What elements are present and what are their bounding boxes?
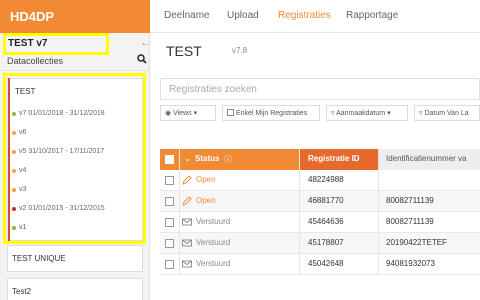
row-registratie-id: 45042648 <box>308 259 344 268</box>
nav-registraties[interactable]: Registraties <box>278 10 331 21</box>
row-status: Verstuurd <box>196 238 231 247</box>
created-date-filter[interactable]: ▿ Aanmaakdatum ▾ <box>326 105 408 121</box>
group-name-test2[interactable]: Test2 <box>12 287 31 296</box>
nav-deelname[interactable]: Deelname <box>164 10 210 21</box>
datacollecties-label: Datacollecties <box>7 56 64 66</box>
page-title: TEST <box>166 43 202 59</box>
pencil-icon <box>182 175 192 185</box>
row-checkbox[interactable] <box>165 260 174 269</box>
column-header-identificatienummer[interactable]: Identificatienummer va <box>386 154 466 163</box>
column-divider <box>299 149 300 275</box>
date-from-label: Datum Van La <box>424 110 469 117</box>
column-divider <box>179 149 180 275</box>
sort-chevron-icon[interactable]: ⌄ <box>184 154 191 163</box>
registraties-toolbar: ◉ Views ▾ Enkel Mijn Registraties ▿ Aanm… <box>160 105 480 121</box>
row-status: Verstuurd <box>196 259 231 268</box>
app-root: HD4DP Deelname Upload Registraties Rappo… <box>0 0 480 300</box>
table-row[interactable]: Verstuurd 45178807 20190422TETEF <box>160 233 480 254</box>
search-icon[interactable] <box>137 54 147 64</box>
eye-icon: ◉ <box>165 110 172 117</box>
nav-upload[interactable]: Upload <box>227 10 259 21</box>
page-version: v7.8 <box>232 46 248 55</box>
row-identificatienummer: 94081932073 <box>386 259 435 268</box>
row-status: Open <box>196 196 216 205</box>
table-row[interactable]: Verstuurd 45042648 94081932073 <box>160 254 480 275</box>
brand-logo[interactable]: HD4DP <box>0 0 150 33</box>
pencil-icon <box>182 196 192 206</box>
caret-down-icon: ▾ <box>193 110 198 117</box>
filter-icon: ▿ <box>419 110 423 117</box>
table-header: ⌄ Status ⓘ Registratie ID Identificatien… <box>160 149 480 170</box>
only-mine-checkbox[interactable]: Enkel Mijn Registraties <box>222 105 320 121</box>
row-identificatienummer: 20190422TETEF <box>386 238 447 247</box>
table-row[interactable]: Verstuurd 45464636 80082711139 <box>160 212 480 233</box>
date-from-filter[interactable]: ▿ Datum Van La <box>414 105 480 121</box>
envelope-icon <box>182 260 192 268</box>
nav-rapportage[interactable]: Rapportage <box>346 10 398 21</box>
views-dropdown[interactable]: ◉ Views ▾ <box>160 105 216 121</box>
highlight-box <box>3 73 146 244</box>
row-checkbox[interactable] <box>165 176 174 185</box>
select-all-checkbox[interactable] <box>165 155 174 164</box>
column-header-status[interactable]: Status <box>195 154 219 163</box>
sidebar: TEST v7 ← Datacollecties TEST v7 01/01/2… <box>0 33 151 300</box>
created-date-label: Aanmaakdatum <box>336 110 386 117</box>
column-divider <box>378 149 379 275</box>
row-identificatienummer: 80082711139 <box>386 196 434 205</box>
row-checkbox[interactable] <box>165 218 174 227</box>
top-navigation: Deelname Upload Registraties Rapportage <box>150 0 480 33</box>
group-name-test-unique[interactable]: TEST UNIQUE <box>12 254 66 263</box>
envelope-icon <box>182 218 192 226</box>
sidebar-divider <box>0 70 150 71</box>
views-label: Views <box>173 110 192 117</box>
column-header-registratie-id[interactable]: Registratie ID <box>308 154 360 163</box>
row-status: Open <box>196 175 216 184</box>
project-title: TEST v7 <box>8 38 48 49</box>
caret-down-icon: ▾ <box>387 110 391 117</box>
table-row[interactable]: Open 46881770 80082711139 <box>160 191 480 212</box>
filter-icon: ▿ <box>331 110 335 117</box>
table-row[interactable]: Open 48224988 <box>160 170 480 191</box>
row-identificatienummer: 80082711139 <box>386 217 434 226</box>
info-icon[interactable]: ⓘ <box>224 154 232 165</box>
row-status: Verstuurd <box>196 217 231 226</box>
row-registratie-id: 48224988 <box>308 175 344 184</box>
envelope-icon <box>182 239 192 247</box>
registraties-table: ⌄ Status ⓘ Registratie ID Identificatien… <box>160 149 480 289</box>
main-content: TEST v7.8 Registraties zoeken ◉ Views ▾ … <box>150 33 480 300</box>
row-registratie-id: 45464636 <box>308 217 344 226</box>
row-registratie-id: 45178807 <box>308 238 344 247</box>
checkbox-icon <box>227 109 234 116</box>
registraties-search-input[interactable]: Registraties zoeken <box>160 78 480 100</box>
row-checkbox[interactable] <box>165 197 174 206</box>
row-checkbox[interactable] <box>165 239 174 248</box>
row-registratie-id: 46881770 <box>308 196 344 205</box>
only-mine-label: Enkel Mijn Registraties <box>236 110 308 117</box>
